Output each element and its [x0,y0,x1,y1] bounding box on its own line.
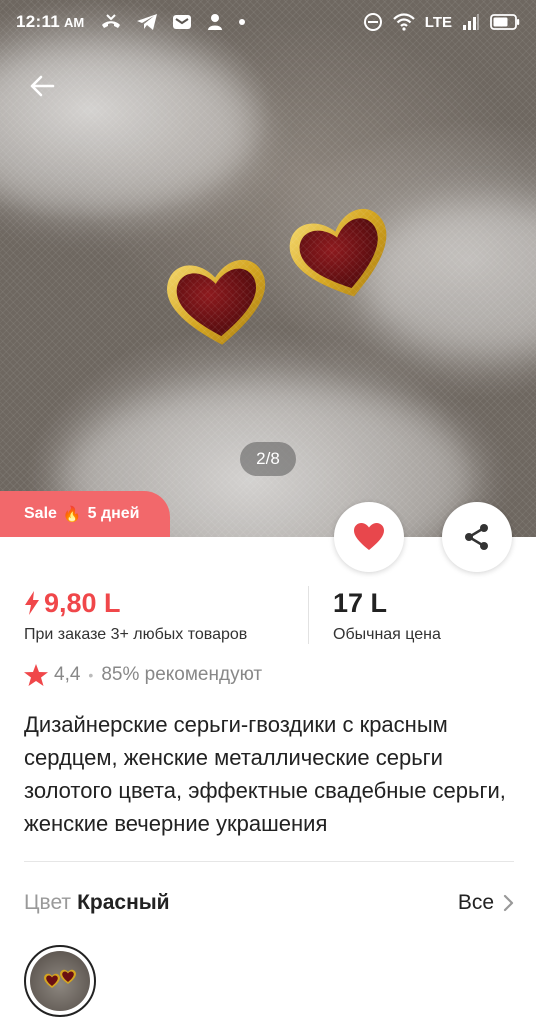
price-block: 9,80 L При заказе 3+ любых товаров 17 L … [24,586,514,646]
dot-icon [239,19,246,25]
regular-price-block: 17 L Обычная цена [333,586,441,646]
arrow-left-icon [30,75,55,97]
all-colors-link[interactable]: Все [458,891,514,915]
rating-value: 4,4 [54,664,81,685]
battery-icon [490,14,520,30]
color-selector-row[interactable]: Цвет Красный Все [24,886,514,920]
earrings-thumbnail [44,969,76,988]
color-swatch-red[interactable] [24,945,96,1017]
network-type: LTE [424,13,452,31]
color-value: Красный [77,891,170,914]
wifi-icon [393,13,415,31]
regular-price: 17 L [333,587,388,618]
sale-label: Sale [24,505,57,522]
favorite-button[interactable] [334,502,404,572]
person-icon [208,14,223,30]
all-colors-label: Все [457,891,494,914]
swatch-thumbnail [30,951,90,1011]
lightning-icon [25,591,39,615]
promo-price: 9,80 L [44,587,121,618]
status-ampm: AM [64,14,85,30]
sale-days: 5 дней [87,505,140,522]
section-divider [24,861,514,862]
price-divider [308,586,309,644]
separator-dot: • [88,667,94,683]
status-bar: 12:11 AM LTE [0,0,536,44]
color-label: Цвет [24,891,72,914]
mail-icon [173,15,192,29]
gallery-counter: 2/8 [240,442,296,476]
regular-price-caption: Обычная цена [333,626,441,643]
promo-price-block: 9,80 L При заказе 3+ любых товаров [24,586,308,646]
recommend-text: 85% рекомендуют [101,664,263,685]
telegram-icon [137,14,158,30]
star-icon [24,664,48,686]
status-time: 12:11 [16,12,61,31]
signal-icon [463,14,479,30]
heart-icon [354,523,384,550]
share-button[interactable] [442,502,512,572]
missed-call-icon [102,14,121,28]
promo-price-caption: При заказе 3+ любых товаров [24,626,248,643]
sale-badge: Sale 🔥 5 дней [0,491,170,537]
product-title: Дизайнерские серьги-гвоздики с красным с… [24,712,506,836]
rating-row[interactable]: 4,4 • 85% рекомендуют [24,664,262,686]
chevron-right-icon [503,894,514,912]
share-icon [465,524,488,550]
fire-icon: 🔥 [62,506,82,523]
back-button[interactable] [24,68,60,104]
dnd-icon [363,13,382,31]
